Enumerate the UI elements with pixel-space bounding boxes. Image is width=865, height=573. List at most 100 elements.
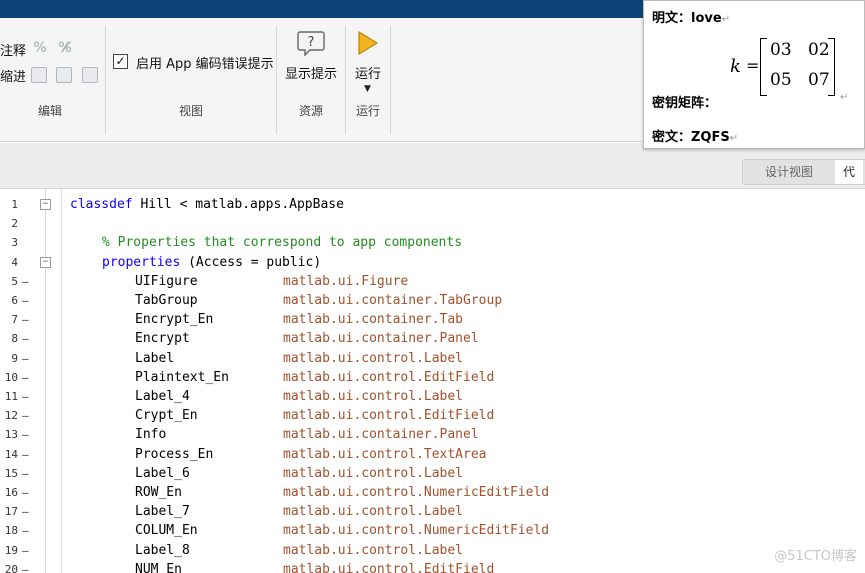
property-type: matlab.ui.container.Panel <box>283 331 479 347</box>
executable-line-marker[interactable]: – <box>22 445 29 464</box>
line-number: 5 <box>11 274 18 288</box>
executable-line-marker[interactable]: – <box>22 483 29 502</box>
resources-group: ? 显示提示 资源 <box>277 18 345 120</box>
matrix-cell: 02 <box>808 40 830 60</box>
code-line[interactable]: 6– TabGroup matlab.ui.container.TabGroup <box>0 291 865 310</box>
code-line[interactable]: 10– Plaintext_En matlab.ui.control.EditFie… <box>0 368 865 387</box>
property-name: UIFigure <box>135 273 198 289</box>
code-line[interactable]: 2 <box>0 214 865 233</box>
executable-line-marker[interactable]: – <box>22 406 29 425</box>
executable-line-marker[interactable]: – <box>22 502 29 521</box>
line-number: 18 <box>4 524 18 538</box>
code-line[interactable]: 16– ROW_En matlab.ui.control.NumericEditFi… <box>0 483 865 502</box>
code-text: % Properties that correspond to app comp… <box>102 233 462 252</box>
ciphertext-label: 密文：ZQFS↵ <box>652 130 739 145</box>
code-line[interactable]: 13– Info matlab.ui.container.Panel <box>0 425 865 444</box>
matrix-equals: = <box>746 56 760 75</box>
executable-line-marker[interactable]: – <box>22 541 29 560</box>
code-line[interactable]: 9– Label matlab.ui.control.Label <box>0 349 865 368</box>
executable-line-marker[interactable]: – <box>22 425 29 444</box>
line-number: 17 <box>4 505 18 519</box>
code-line[interactable]: 1 − classdef Hill < matlab.apps.AppBase <box>0 195 865 214</box>
line-number: 7 <box>11 313 18 327</box>
executable-line-marker[interactable]: – <box>22 387 29 406</box>
view-switch-bar <box>0 143 865 189</box>
code-editor[interactable]: 1 − classdef Hill < matlab.apps.AppBase 2 3%… <box>0 189 865 573</box>
key-matrix-label: 密钥矩阵： <box>652 96 718 111</box>
executable-line-marker[interactable]: – <box>22 291 29 310</box>
code-line[interactable]: 18– COLUM_En matlab.ui.control.NumericEdit… <box>0 521 865 540</box>
show-tips-icon[interactable]: ? <box>297 30 325 56</box>
run-group: 运行 ▼ 运行 <box>346 18 390 120</box>
property-type: matlab.ui.container.Tab <box>283 312 464 328</box>
code-line[interactable]: 11– Label_4 matlab.ui.control.Label <box>0 387 865 406</box>
code-keyword: classdef <box>70 197 133 212</box>
view-tabs: 设计视图 代 <box>742 159 865 185</box>
edit-group-label: 编辑 <box>37 104 62 118</box>
comment-button[interactable]: 注释 <box>0 40 26 59</box>
code-line[interactable]: 8– Encrypt matlab.ui.container.Panel <box>0 329 865 348</box>
property-name: NUM_En <box>135 561 182 573</box>
view-group-label: 视图 <box>178 104 203 118</box>
executable-line-marker[interactable]: – <box>22 349 29 368</box>
property-name: Process_En <box>135 446 214 462</box>
decrease-indent-icon[interactable] <box>82 67 98 83</box>
property-type: matlab.ui.container.Panel <box>283 427 479 443</box>
code-line[interactable]: 15– Label_6 matlab.ui.control.Label <box>0 464 865 483</box>
percent-comment-icon[interactable]: % <box>32 40 48 56</box>
code-line[interactable]: 3 % Properties that correspond to app com… <box>0 233 865 252</box>
property-name: Label_8 <box>135 542 190 558</box>
property-name: TabGroup <box>135 293 198 308</box>
code-text: properties (Access = public) <box>102 253 321 272</box>
enable-code-error-hints-label[interactable]: 启用 App 编码错误提示 <box>136 53 274 72</box>
run-play-icon[interactable] <box>357 30 379 56</box>
smart-indent-icon[interactable] <box>31 67 47 83</box>
executable-line-marker[interactable]: – <box>22 272 29 291</box>
code-line[interactable]: 20– NUM_En matlab.ui.control.EditField <box>0 560 865 573</box>
line-number: 15 <box>4 466 18 480</box>
property-name: Crypt_En <box>135 408 198 424</box>
code-line[interactable]: 19– Label_8 matlab.ui.control.Label <box>0 541 865 560</box>
increase-indent-icon[interactable] <box>56 67 72 83</box>
executable-line-marker[interactable]: – <box>22 310 29 329</box>
code-line[interactable]: 7– Encrypt_En matlab.ui.container.Tab <box>0 310 865 329</box>
property-name: Plaintext_En <box>135 369 229 385</box>
executable-line-marker[interactable]: – <box>22 368 29 387</box>
run-button[interactable]: 运行 <box>346 63 390 82</box>
line-number: 8 <box>11 332 18 346</box>
code-line[interactable]: 14– Process_En matlab.ui.control.TextArea <box>0 445 865 464</box>
tab-code-view[interactable]: 代 <box>835 160 864 184</box>
line-number: 2 <box>11 217 18 231</box>
property-type: matlab.ui.control.NumericEditField <box>283 523 550 539</box>
chevron-down-icon[interactable]: ▼ <box>364 84 371 94</box>
property-name: COLUM_En <box>135 523 198 539</box>
code-line[interactable]: 5– UIFigure matlab.ui.Figure <box>0 272 865 291</box>
line-number: 1 <box>11 198 18 211</box>
executable-line-marker[interactable]: – <box>22 521 29 540</box>
property-name: Label_6 <box>135 465 190 481</box>
code-comment: % Properties that correspond to app comp… <box>102 235 463 251</box>
executable-line-marker[interactable]: – <box>22 464 29 483</box>
matrix-cell: 07 <box>808 70 830 90</box>
line-number: 16 <box>4 486 18 499</box>
indent-button[interactable]: 缩进 <box>0 66 26 85</box>
line-number: 14 <box>4 447 18 461</box>
code-keyword: properties <box>102 254 181 270</box>
matrix-bracket-left <box>760 38 767 96</box>
property-type: matlab.ui.control.Label <box>283 389 464 404</box>
executable-line-marker[interactable]: – <box>22 329 29 348</box>
fold-toggle-icon[interactable]: − <box>40 256 51 268</box>
show-tips-button[interactable]: 显示提示 <box>277 63 345 82</box>
code-line[interactable]: 12– Crypt_En matlab.ui.control.EditField <box>0 406 865 425</box>
code-line[interactable]: 4 − properties (Access = public) <box>0 253 865 272</box>
property-type: matlab.ui.control.EditField <box>283 408 495 424</box>
enable-code-error-hints-checkbox[interactable]: ✓ <box>113 54 128 69</box>
watermark: @51CTO博客 <box>774 549 857 564</box>
uncomment-icon[interactable]: %̸ <box>57 40 73 56</box>
fold-toggle-icon[interactable]: − <box>40 199 51 210</box>
resources-group-label: 资源 <box>298 104 323 118</box>
tab-design-view[interactable]: 设计视图 <box>757 160 821 184</box>
code-line[interactable]: 17– Label_7 matlab.ui.control.Label <box>0 502 865 521</box>
executable-line-marker[interactable]: – <box>22 560 29 573</box>
property-type: matlab.ui.control.Label <box>283 350 464 366</box>
